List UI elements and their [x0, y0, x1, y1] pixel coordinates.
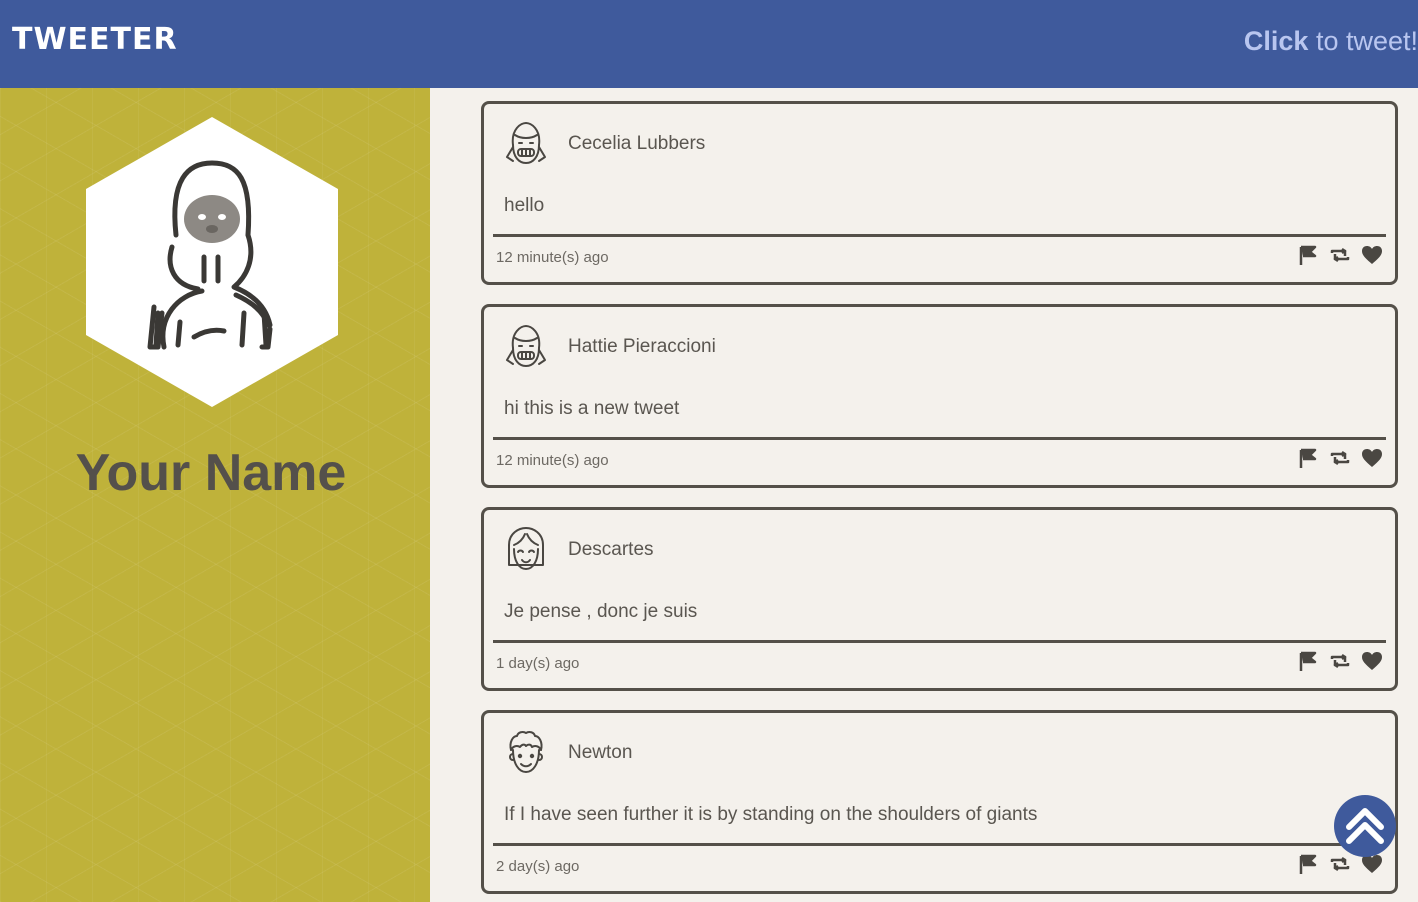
profile-avatar — [86, 117, 338, 407]
tweet-timestamp: 2 day(s) ago — [496, 858, 580, 875]
tweet-timestamp: 12 minute(s) ago — [496, 249, 609, 266]
tweet-divider — [493, 437, 1386, 440]
pigtail-girl-avatar-icon — [506, 122, 546, 164]
top-nav: TWEETER Click to tweet! — [0, 0, 1418, 88]
tweet-author[interactable]: Descartes — [568, 539, 654, 561]
tweet-author[interactable]: Cecelia Lubbers — [568, 133, 705, 155]
compose-label: to tweet! — [1308, 26, 1418, 56]
tweet-divider — [493, 843, 1386, 846]
flag-icon[interactable] — [1297, 853, 1319, 875]
tweet-card: Cecelia Lubbers hello 12 minute(s) ago — [481, 101, 1398, 285]
heart-icon[interactable] — [1361, 244, 1383, 266]
tweet-actions — [1297, 244, 1383, 266]
tweet-timestamp: 1 day(s) ago — [496, 655, 580, 672]
tweet-actions — [1297, 447, 1383, 469]
scroll-to-top-button[interactable] — [1334, 795, 1396, 857]
curly-hair-avatar-icon — [509, 731, 543, 773]
compose-tweet-button[interactable]: Click to tweet! — [1244, 26, 1418, 57]
double-chevron-up-icon — [1346, 808, 1384, 844]
tweet-text: If I have seen further it is by standing… — [504, 804, 1038, 825]
flag-icon[interactable] — [1297, 650, 1319, 672]
tweet-actions — [1297, 650, 1383, 672]
tweet-card: Newton If I have seen further it is by s… — [481, 710, 1398, 894]
tweet-timestamp: 12 minute(s) ago — [496, 452, 609, 469]
tweet-text: hello — [504, 195, 545, 216]
tweet-card: Descartes Je pense , donc je suis 1 day(… — [481, 507, 1398, 691]
tweet-text: Je pense , donc je suis — [504, 601, 698, 622]
girl-portrait-icon — [86, 117, 338, 407]
tweet-text: hi this is a new tweet — [504, 398, 680, 419]
compose-emphasis: Click — [1243, 26, 1309, 56]
profile-sidebar: Your Name — [0, 88, 430, 902]
flag-icon[interactable] — [1297, 244, 1319, 266]
retweet-icon[interactable] — [1329, 650, 1351, 672]
heart-icon[interactable] — [1361, 650, 1383, 672]
retweet-icon[interactable] — [1329, 244, 1351, 266]
retweet-icon[interactable] — [1329, 447, 1351, 469]
tweet-author[interactable]: Hattie Pieraccioni — [568, 336, 716, 358]
heart-icon[interactable] — [1361, 447, 1383, 469]
tweet-card: Hattie Pieraccioni hi this is a new twee… — [481, 304, 1398, 488]
tweet-divider — [493, 234, 1386, 237]
bob-hair-avatar-icon — [508, 527, 544, 570]
tweet-author[interactable]: Newton — [568, 742, 632, 764]
pigtail-girl-avatar-icon — [506, 325, 546, 367]
tweet-divider — [493, 640, 1386, 643]
flag-icon[interactable] — [1297, 447, 1319, 469]
profile-name: Your Name — [75, 444, 347, 502]
brand-logo[interactable]: TWEETER — [12, 22, 178, 57]
